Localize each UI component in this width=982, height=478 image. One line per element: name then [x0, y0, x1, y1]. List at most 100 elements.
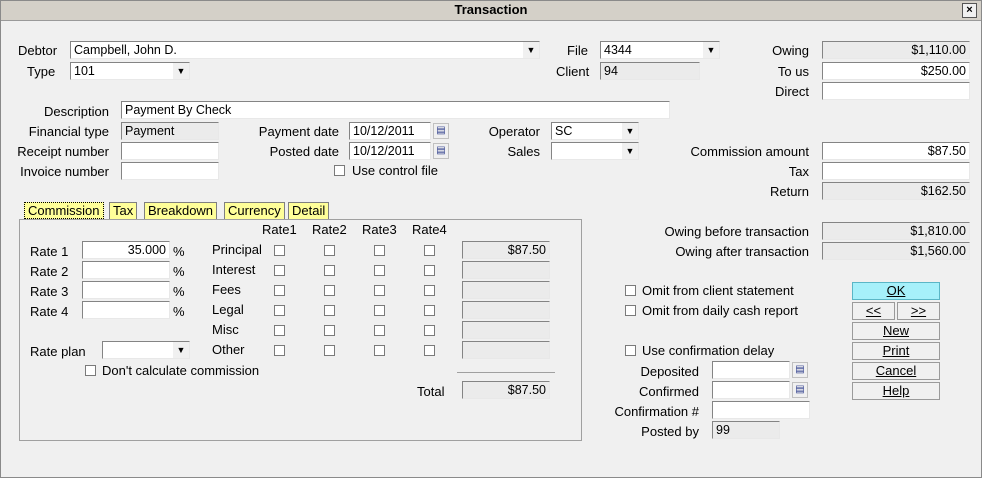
total-label: Total	[417, 384, 445, 399]
close-icon[interactable]: ×	[962, 3, 977, 18]
fees-rate4-checkbox[interactable]	[424, 285, 435, 296]
misc-rate4-checkbox[interactable]	[424, 325, 435, 336]
debtor-label: Debtor	[18, 43, 58, 58]
sales-combo[interactable]: ▼	[551, 142, 639, 160]
posted-date-label: Posted date	[269, 144, 339, 159]
fees-amount	[462, 281, 550, 299]
percent-label: %	[173, 244, 185, 259]
chevron-down-icon[interactable]: ▼	[703, 42, 719, 58]
deposited-field[interactable]	[712, 361, 790, 379]
tab-commission[interactable]: Commission	[24, 202, 104, 219]
legal-rate4-checkbox[interactable]	[424, 305, 435, 316]
omit-daily-checkbox[interactable]	[625, 305, 636, 316]
category-label: Fees	[212, 282, 241, 297]
tax-label: Tax	[788, 164, 809, 179]
use-confirmation-checkbox[interactable]	[625, 345, 636, 356]
help-button[interactable]: Help	[852, 382, 940, 400]
omit-client-label: Omit from client statement	[642, 283, 794, 298]
payment-date-field[interactable]: 10/12/2011	[349, 122, 431, 140]
calendar-icon[interactable]: ▤	[792, 382, 808, 398]
print-button[interactable]: Print	[852, 342, 940, 360]
percent-label: %	[173, 304, 185, 319]
direct-field[interactable]	[822, 82, 970, 100]
to-us-field[interactable]: $250.00	[822, 62, 970, 80]
new-button[interactable]: New	[852, 322, 940, 340]
rate-plan-label: Rate plan	[30, 344, 86, 359]
principal-rate2-checkbox[interactable]	[324, 245, 335, 256]
financial-type-label: Financial type	[28, 124, 109, 139]
chevron-down-icon[interactable]: ▼	[622, 123, 638, 139]
confirmed-field[interactable]	[712, 381, 790, 399]
rate-plan-combo[interactable]: ▼	[102, 341, 190, 359]
interest-rate1-checkbox[interactable]	[274, 265, 285, 276]
other-rate4-checkbox[interactable]	[424, 345, 435, 356]
omit-client-checkbox[interactable]	[625, 285, 636, 296]
rate4-header: Rate4	[412, 222, 447, 237]
fees-rate1-checkbox[interactable]	[274, 285, 285, 296]
other-rate2-checkbox[interactable]	[324, 345, 335, 356]
rate4-field[interactable]	[82, 301, 170, 319]
calendar-icon[interactable]: ▤	[792, 362, 808, 378]
interest-rate2-checkbox[interactable]	[324, 265, 335, 276]
next-button[interactable]: >>	[897, 302, 940, 320]
operator-combo[interactable]: SC ▼	[551, 122, 639, 140]
rate1-field[interactable]: 35.000	[82, 241, 170, 259]
tab-breakdown[interactable]: Breakdown	[144, 202, 218, 219]
tab-currency[interactable]: Currency	[224, 202, 285, 219]
other-rate3-checkbox[interactable]	[374, 345, 385, 356]
invoice-field[interactable]	[121, 162, 219, 180]
description-field[interactable]: Payment By Check	[121, 101, 670, 119]
chevron-down-icon[interactable]: ▼	[523, 42, 539, 58]
file-combo[interactable]: 4344 ▼	[600, 41, 720, 59]
dont-calculate-checkbox[interactable]	[85, 365, 96, 376]
rate2-header: Rate2	[312, 222, 347, 237]
misc-rate2-checkbox[interactable]	[324, 325, 335, 336]
tab-detail[interactable]: Detail	[288, 202, 330, 219]
confirmation-number-field[interactable]	[712, 401, 810, 419]
return-field: $162.50	[822, 182, 970, 200]
confirmed-label: Confirmed	[639, 384, 699, 399]
calendar-icon[interactable]: ▤	[433, 143, 449, 159]
tax-field[interactable]	[822, 162, 970, 180]
use-control-file-checkbox[interactable]	[334, 165, 345, 176]
principal-rate3-checkbox[interactable]	[374, 245, 385, 256]
client-field: 94	[600, 62, 700, 80]
legal-rate3-checkbox[interactable]	[374, 305, 385, 316]
posted-by-field: 99	[712, 421, 780, 439]
rate3-field[interactable]	[82, 281, 170, 299]
posted-date-field[interactable]: 10/12/2011	[349, 142, 431, 160]
misc-rate3-checkbox[interactable]	[374, 325, 385, 336]
cancel-button[interactable]: Cancel	[852, 362, 940, 380]
tab-tax[interactable]: Tax	[109, 202, 138, 219]
fees-rate3-checkbox[interactable]	[374, 285, 385, 296]
chevron-down-icon[interactable]: ▼	[173, 63, 189, 79]
ok-button[interactable]: OK	[852, 282, 940, 300]
use-control-file-label: Use control file	[352, 163, 438, 178]
legal-rate1-checkbox[interactable]	[274, 305, 285, 316]
interest-rate3-checkbox[interactable]	[374, 265, 385, 276]
rate-label: Rate 1	[30, 244, 69, 259]
percent-label: %	[173, 264, 185, 279]
omit-daily-label: Omit from daily cash report	[642, 303, 799, 318]
prev-button[interactable]: <<	[852, 302, 895, 320]
file-value: 4344	[604, 43, 632, 57]
chevron-down-icon[interactable]: ▼	[622, 143, 638, 159]
calendar-icon[interactable]: ▤	[433, 123, 449, 139]
debtor-value: Campbell, John D.	[74, 43, 177, 57]
type-value: 101	[74, 64, 95, 78]
receipt-field[interactable]	[121, 142, 219, 160]
rate2-field[interactable]	[82, 261, 170, 279]
legal-rate2-checkbox[interactable]	[324, 305, 335, 316]
principal-rate4-checkbox[interactable]	[424, 245, 435, 256]
other-rate1-checkbox[interactable]	[274, 345, 285, 356]
owing-after-field: $1,560.00	[822, 242, 970, 260]
type-combo[interactable]: 101 ▼	[70, 62, 190, 80]
principal-rate1-checkbox[interactable]	[274, 245, 285, 256]
chevron-down-icon[interactable]: ▼	[173, 342, 189, 358]
interest-rate4-checkbox[interactable]	[424, 265, 435, 276]
fees-rate2-checkbox[interactable]	[324, 285, 335, 296]
description-label: Description	[43, 104, 109, 119]
commission-amount-field[interactable]: $87.50	[822, 142, 970, 160]
misc-rate1-checkbox[interactable]	[274, 325, 285, 336]
debtor-combo[interactable]: Campbell, John D. ▼	[70, 41, 540, 59]
